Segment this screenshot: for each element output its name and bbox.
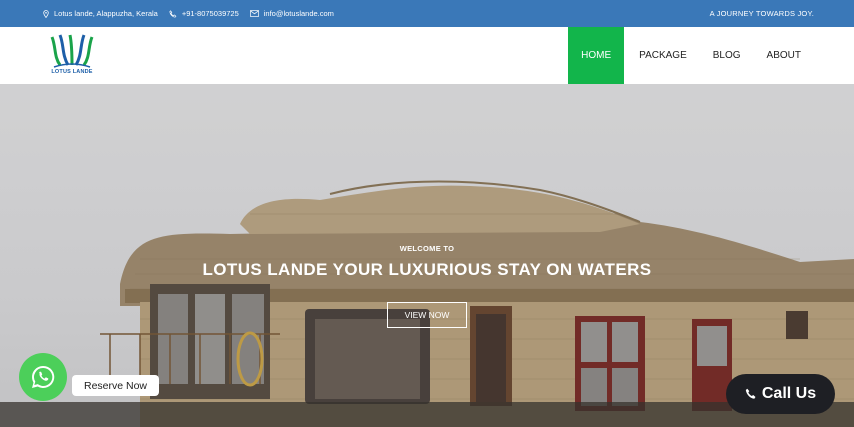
logo-text: LOTUS LANDE bbox=[51, 69, 93, 75]
main-nav: HOME PACKAGE BLOG ABOUT bbox=[568, 27, 814, 84]
email-item[interactable]: info@lotuslande.com bbox=[249, 9, 334, 18]
tagline: A JOURNEY TOWARDS JOY. bbox=[709, 9, 814, 18]
whatsapp-button[interactable] bbox=[19, 353, 67, 401]
call-us-button[interactable]: Call Us bbox=[726, 374, 835, 414]
nav-home[interactable]: HOME bbox=[568, 27, 625, 84]
phone-icon bbox=[169, 9, 177, 18]
phone-item[interactable]: +91-8075039725 bbox=[169, 9, 239, 18]
hero-headline: LOTUS LANDE YOUR LUXURIOUS STAY ON WATER… bbox=[202, 260, 652, 279]
location-pin-icon bbox=[43, 9, 49, 18]
nav-about[interactable]: ABOUT bbox=[754, 27, 814, 84]
address-text: Lotus lande, Alappuzha, Kerala bbox=[54, 9, 158, 18]
site-logo[interactable]: LOTUS LANDE bbox=[46, 31, 98, 81]
reserve-now-label[interactable]: Reserve Now bbox=[72, 375, 159, 396]
phone-handset-icon bbox=[745, 388, 756, 399]
view-now-button[interactable]: VIEW NOW bbox=[387, 302, 467, 328]
mail-icon bbox=[249, 10, 259, 17]
address-item: Lotus lande, Alappuzha, Kerala bbox=[43, 9, 158, 18]
call-us-label[interactable]: Call Us bbox=[762, 385, 816, 403]
email-text[interactable]: info@lotuslande.com bbox=[264, 9, 334, 18]
nav-package[interactable]: PACKAGE bbox=[626, 27, 700, 84]
phone-text[interactable]: +91-8075039725 bbox=[182, 9, 239, 18]
whatsapp-icon bbox=[32, 365, 55, 388]
hero-welcome: WELCOME TO bbox=[399, 244, 455, 253]
nav-blog[interactable]: BLOG bbox=[700, 27, 754, 84]
site-header: LOTUS LANDE HOME PACKAGE BLOG ABOUT bbox=[0, 27, 854, 84]
lotus-logo-icon bbox=[50, 34, 94, 68]
top-info-bar: Lotus lande, Alappuzha, Kerala +91-80750… bbox=[0, 0, 854, 27]
